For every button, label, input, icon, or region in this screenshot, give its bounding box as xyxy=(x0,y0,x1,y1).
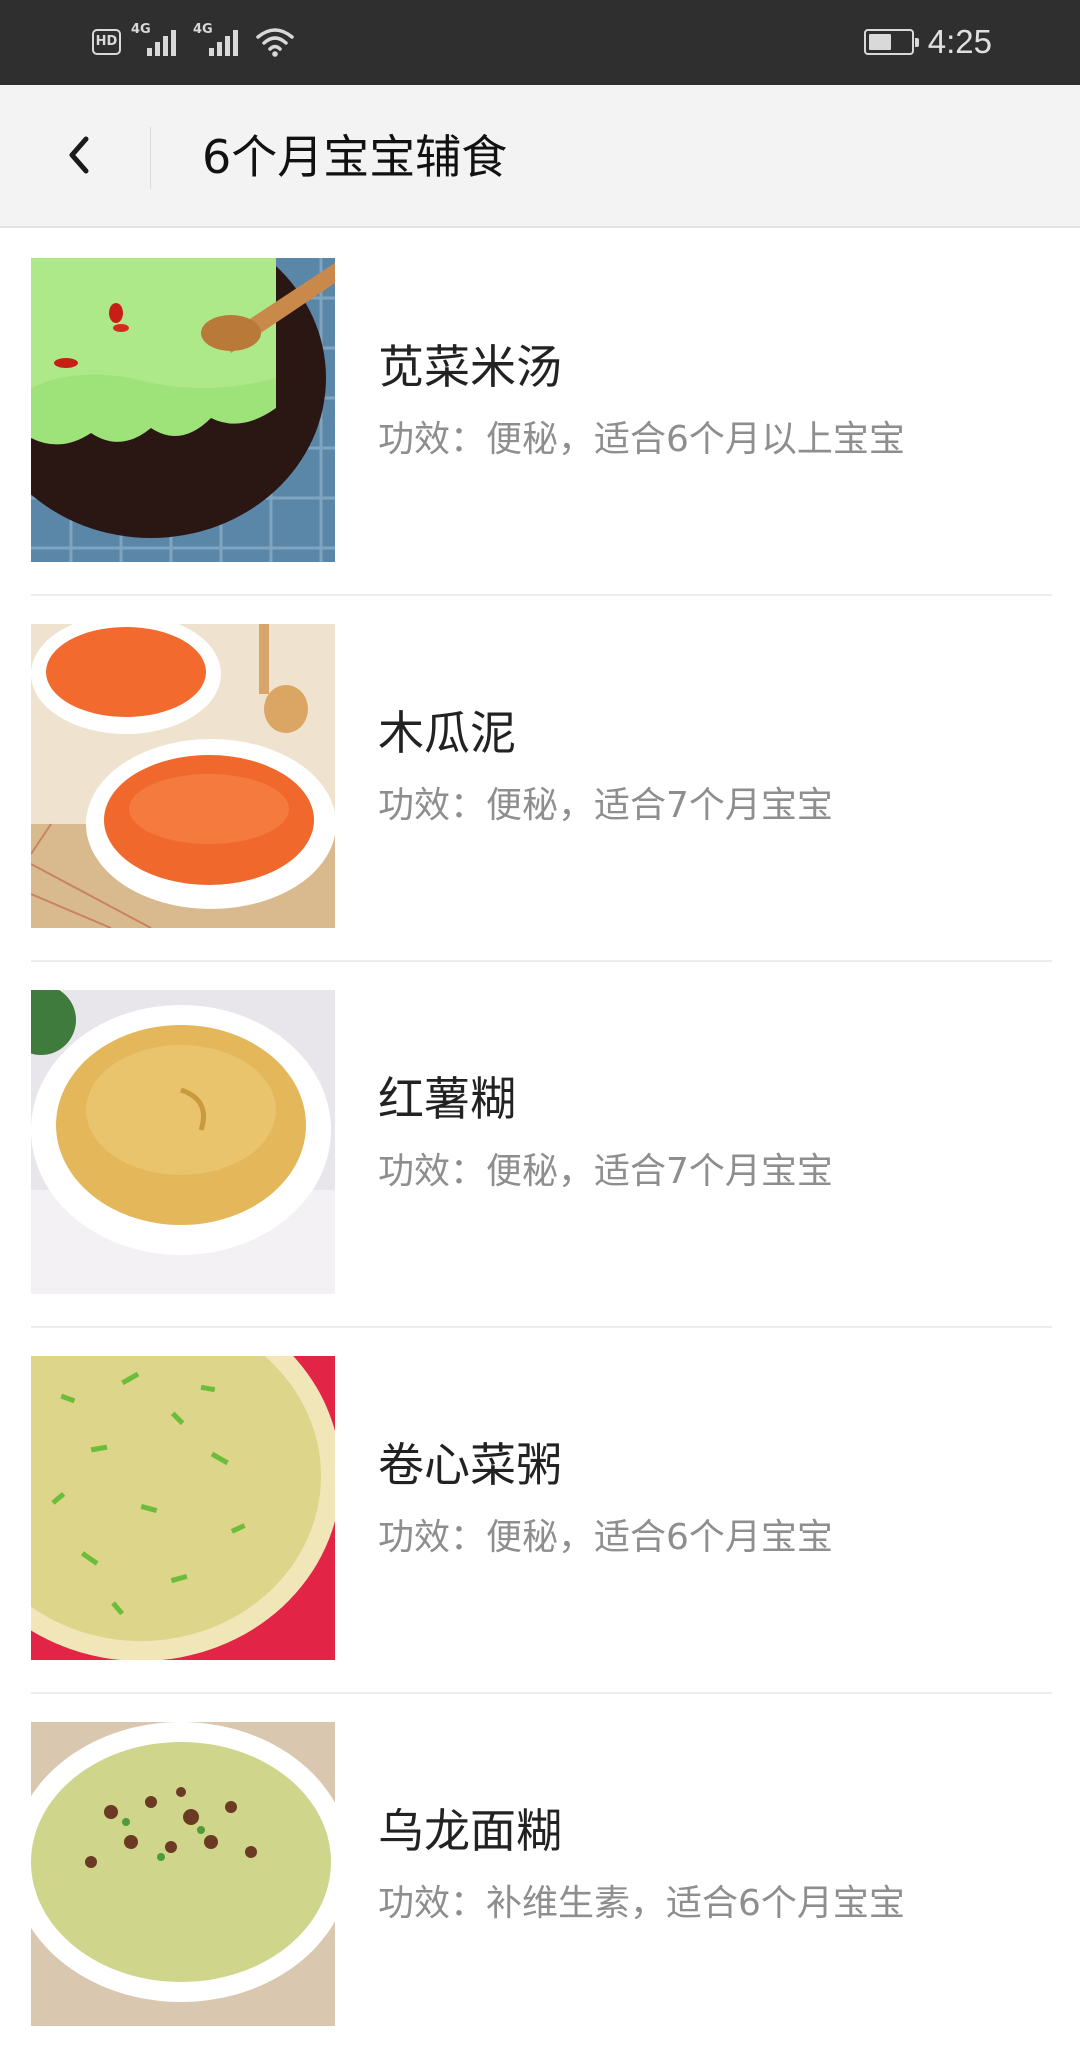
header-divider xyxy=(150,127,151,189)
recipe-item[interactable]: 苋菜米汤 功效：便秘，适合6个月以上宝宝 xyxy=(0,230,1080,596)
page-title: 6个月宝宝辅食 xyxy=(202,130,508,184)
battery-icon xyxy=(863,29,919,55)
recipe-item[interactable]: 木瓜泥 功效：便秘，适合7个月宝宝 xyxy=(0,596,1080,962)
recipe-description: 功效：补维生素，适合6个月宝宝 xyxy=(378,1883,905,1924)
battery-level xyxy=(868,34,891,50)
recipe-thumbnail xyxy=(31,1356,335,1660)
recipe-title: 木瓜泥 xyxy=(378,706,516,760)
hd-icon: HD xyxy=(92,29,121,55)
recipe-title: 苋菜米汤 xyxy=(378,340,562,394)
wifi-icon xyxy=(255,26,295,58)
recipe-thumbnail xyxy=(31,1722,335,2026)
recipe-thumbnail xyxy=(31,624,335,928)
recipe-item[interactable]: 乌龙面糊 功效：补维生素，适合6个月宝宝 xyxy=(0,1694,1080,2060)
signal-icon: 4G xyxy=(193,22,245,60)
recipe-description: 功效：便秘，适合6个月以上宝宝 xyxy=(378,419,905,460)
recipe-list: 苋菜米汤 功效：便秘，适合6个月以上宝宝 木瓜泥 功效：便秘，适合7个月宝宝 红… xyxy=(0,230,1080,2060)
recipe-title: 卷心菜粥 xyxy=(378,1438,562,1492)
recipe-thumbnail xyxy=(31,990,335,1294)
recipe-description: 功效：便秘，适合7个月宝宝 xyxy=(378,1151,833,1192)
status-icons-left: HD 4G 4G xyxy=(92,22,295,62)
app-header: 6个月宝宝辅食 xyxy=(0,85,1080,228)
recipe-description: 功效：便秘，适合7个月宝宝 xyxy=(378,785,833,826)
status-icons-right: 4:25 xyxy=(863,20,992,64)
status-time: 4:25 xyxy=(927,23,992,60)
signal-icon: 4G xyxy=(131,22,183,60)
recipe-thumbnail xyxy=(31,258,335,562)
back-button[interactable] xyxy=(40,115,120,195)
recipe-item[interactable]: 红薯糊 功效：便秘，适合7个月宝宝 xyxy=(0,962,1080,1328)
recipe-title: 红薯糊 xyxy=(378,1072,516,1126)
recipe-title: 乌龙面糊 xyxy=(378,1804,562,1858)
recipe-description: 功效：便秘，适合6个月宝宝 xyxy=(378,1517,833,1558)
status-bar: HD 4G 4G 4:25 xyxy=(0,0,1080,85)
chevron-left-icon xyxy=(69,136,89,174)
recipe-item[interactable]: 卷心菜粥 功效：便秘，适合6个月宝宝 xyxy=(0,1328,1080,1694)
